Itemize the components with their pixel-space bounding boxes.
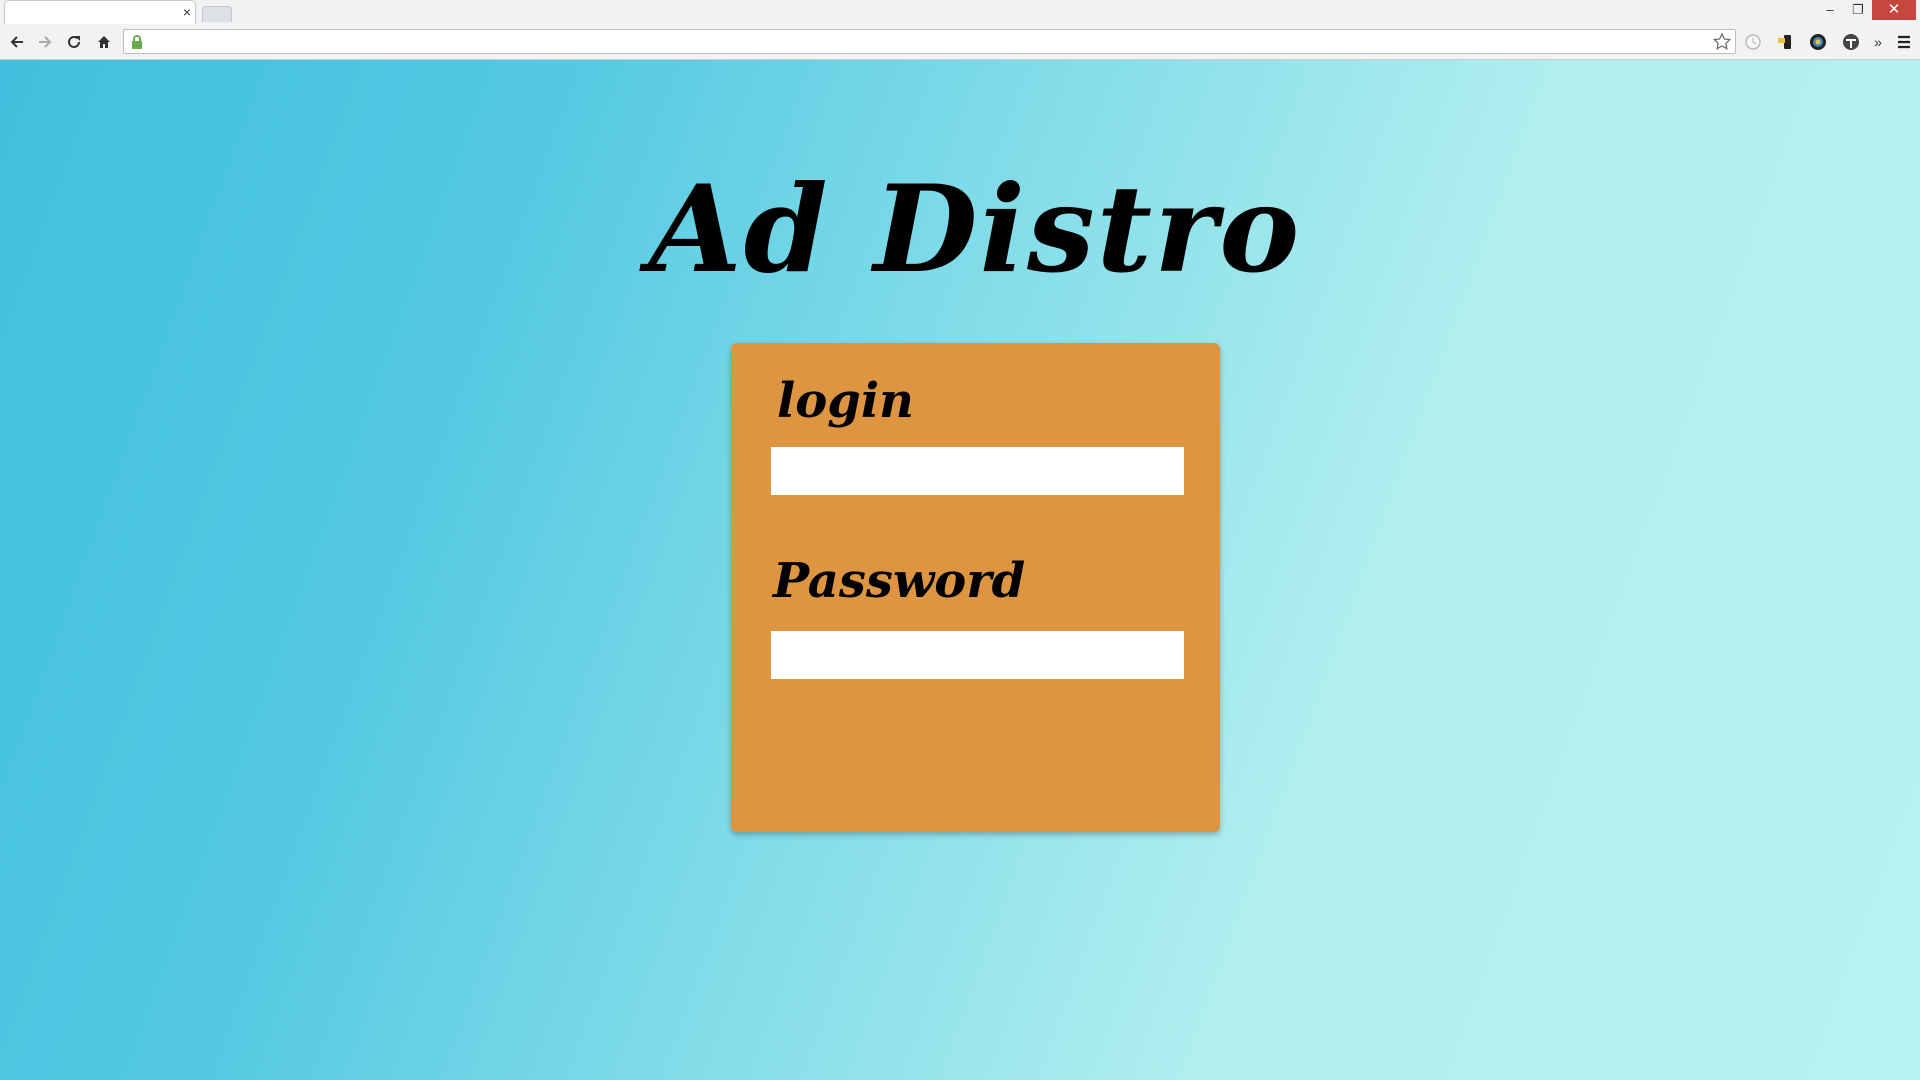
browser-toolbar: » [0, 24, 1920, 60]
new-tab-button[interactable] [202, 6, 232, 22]
password-field[interactable] [771, 631, 1184, 679]
close-window-button[interactable]: ✕ [1872, 0, 1916, 20]
tab-strip: × – ❐ ✕ [0, 0, 1920, 24]
extension-globe-icon[interactable] [1808, 32, 1828, 52]
browser-tab[interactable]: × [4, 0, 196, 24]
extension-phone-icon[interactable] [1775, 32, 1795, 52]
minimize-button[interactable]: – [1816, 0, 1844, 20]
page-viewport: Ad Distro login Password [0, 60, 1920, 1080]
address-bar[interactable] [123, 29, 1736, 54]
back-arrow-icon [10, 36, 23, 48]
url-input[interactable] [150, 31, 1694, 54]
reload-button[interactable] [62, 31, 86, 53]
password-label: Password [773, 553, 1026, 609]
login-label: login [777, 373, 914, 429]
login-field[interactable] [771, 447, 1184, 495]
extensions-overflow-icon[interactable]: » [1868, 32, 1888, 52]
lock-icon [132, 35, 142, 49]
tab-title [19, 5, 169, 19]
home-button[interactable] [92, 31, 116, 53]
home-icon [98, 36, 110, 48]
restore-button[interactable]: ❐ [1844, 0, 1872, 20]
forward-button[interactable] [33, 31, 57, 53]
login-card: login Password [731, 343, 1220, 832]
page-title: Ad Distro [648, 159, 1302, 300]
extension-clock-icon[interactable] [1743, 32, 1763, 52]
star-icon[interactable] [1712, 32, 1732, 52]
tab-close-icon[interactable]: × [179, 4, 195, 20]
reload-icon [68, 35, 80, 48]
menu-icon[interactable] [1894, 32, 1914, 52]
forward-arrow-icon [39, 36, 52, 48]
back-button[interactable] [5, 31, 29, 53]
extension-shield-icon[interactable] [1841, 32, 1861, 52]
